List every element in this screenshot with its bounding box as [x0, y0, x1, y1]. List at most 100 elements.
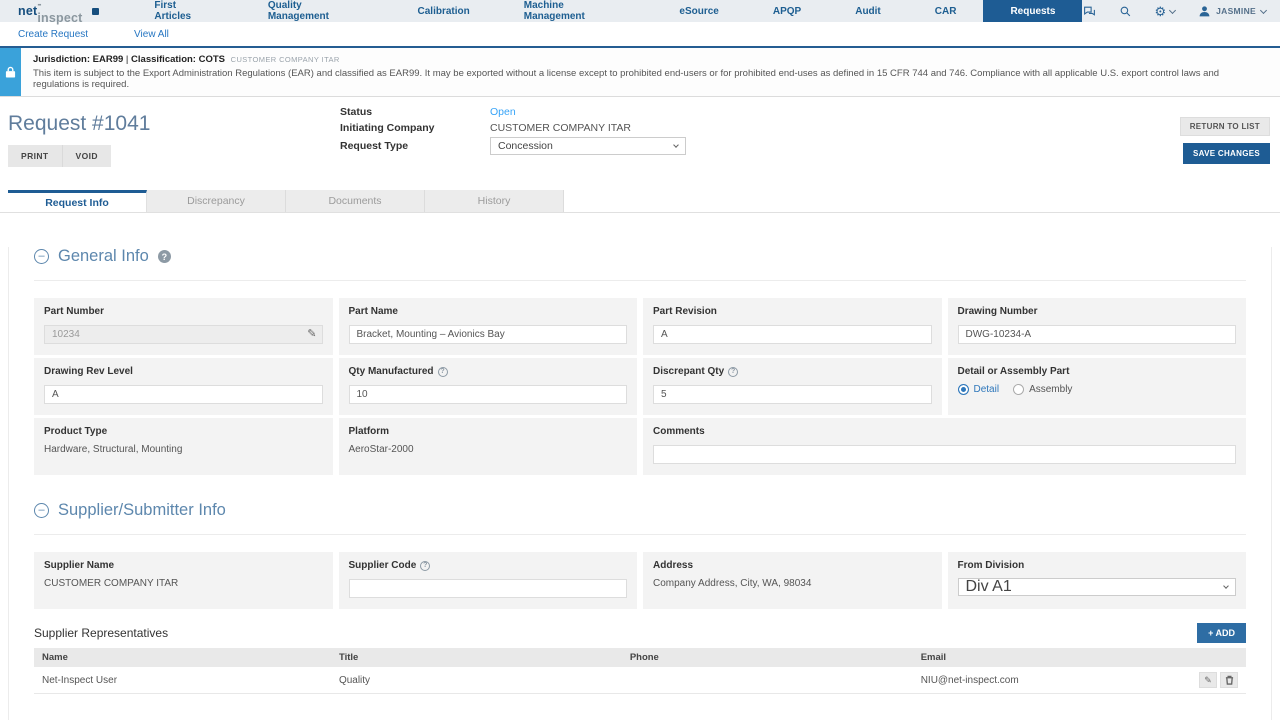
column-title: Title	[331, 648, 622, 667]
tab-history[interactable]: History	[425, 190, 564, 212]
part-revision-field: Part Revision	[643, 298, 942, 355]
logo-text-bold: net	[18, 4, 37, 18]
lock-strip	[0, 48, 21, 96]
detail-radio[interactable]: Detail	[958, 384, 1000, 395]
top-navbar: net-inspect First Articles Quality Manag…	[0, 0, 1280, 22]
rep-name: Net-Inspect User	[34, 667, 331, 694]
supplier-name-value: CUSTOMER COMPANY ITAR	[44, 578, 323, 589]
product-type-field: Product Type Hardware, Structural, Mount…	[34, 418, 333, 475]
comments-input[interactable]	[653, 445, 1236, 464]
add-representative-button[interactable]: + ADD	[1197, 623, 1246, 643]
edit-pencil-icon[interactable]: ✎	[307, 327, 316, 340]
nav-item-car[interactable]: CAR	[908, 0, 984, 22]
chevron-down-icon	[1169, 6, 1176, 13]
drawing-number-input[interactable]	[958, 325, 1237, 344]
tab-discrepancy[interactable]: Discrepancy	[147, 190, 286, 212]
tab-request-info[interactable]: Request Info	[8, 190, 147, 212]
nav-item-calibration[interactable]: Calibration	[391, 0, 497, 22]
part-revision-input[interactable]	[653, 325, 932, 344]
part-name-label: Part Name	[349, 306, 628, 317]
from-division-select[interactable]: Div A1	[958, 578, 1237, 596]
collapse-icon[interactable]: –	[34, 249, 49, 264]
void-button[interactable]: VOID	[62, 145, 111, 167]
discrepant-qty-field: Discrepant Qty ?	[643, 358, 942, 415]
chevron-down-icon	[1260, 6, 1267, 13]
supplier-code-label: Supplier Code	[349, 560, 417, 571]
discrepant-qty-input[interactable]	[653, 385, 932, 404]
part-number-field: Part Number ✎	[34, 298, 333, 355]
settings-menu[interactable]: ⚙	[1154, 5, 1175, 18]
request-meta: Status Open Initiating Company CUSTOMER …	[340, 105, 686, 157]
help-icon[interactable]: ?	[438, 367, 448, 377]
from-division-label: From Division	[958, 560, 1237, 571]
collapse-icon[interactable]: –	[34, 503, 49, 518]
search-icon[interactable]	[1118, 4, 1132, 18]
drawing-rev-level-field: Drawing Rev Level	[34, 358, 333, 415]
drawing-rev-level-label: Drawing Rev Level	[44, 366, 323, 377]
delete-row-button[interactable]	[1220, 672, 1238, 688]
main-menu: First Articles Quality Management Calibr…	[127, 0, 1082, 22]
user-menu[interactable]: JASMINE	[1197, 4, 1266, 18]
rep-phone	[622, 667, 913, 694]
print-void-group: PRINT VOID	[8, 145, 111, 167]
nav-item-apqp[interactable]: APQP	[746, 0, 828, 22]
nav-item-first-articles[interactable]: First Articles	[127, 0, 240, 22]
banner-line1: Jurisdiction: EAR99 | Classification: CO…	[33, 54, 1268, 65]
banner-separator: |	[126, 54, 128, 65]
logo-text-rest: -inspect	[37, 0, 86, 25]
return-to-list-button[interactable]: RETURN TO LIST	[1180, 117, 1270, 136]
create-request-link[interactable]: Create Request	[18, 29, 88, 40]
drawing-number-field: Drawing Number	[948, 298, 1247, 355]
general-info-section-header: – General Info ?	[34, 247, 1246, 266]
part-number-input[interactable]	[44, 325, 323, 344]
jurisdiction-value: EAR99	[93, 54, 124, 65]
nav-item-requests[interactable]: Requests	[983, 0, 1082, 22]
edit-row-button[interactable]: ✎	[1199, 672, 1217, 688]
help-icon[interactable]: ?	[728, 367, 738, 377]
net-inspect-logo[interactable]: net-inspect	[18, 0, 99, 22]
user-icon	[1197, 4, 1211, 18]
view-all-link[interactable]: View All	[134, 29, 169, 40]
print-button[interactable]: PRINT	[8, 145, 62, 167]
trash-icon	[1225, 675, 1234, 685]
product-type-value: Hardware, Structural, Mounting	[44, 444, 323, 455]
help-icon[interactable]: ?	[420, 561, 430, 571]
initiating-company-value: CUSTOMER COMPANY ITAR	[490, 122, 631, 134]
nav-item-audit[interactable]: Audit	[828, 0, 908, 22]
nav-item-quality-management[interactable]: Quality Management	[241, 0, 391, 22]
assembly-radio[interactable]: Assembly	[1013, 384, 1072, 395]
column-name: Name	[34, 648, 331, 667]
comments-label: Comments	[653, 426, 1236, 437]
nav-item-machine-management[interactable]: Machine Management	[497, 0, 653, 22]
supplier-code-field: Supplier Code ?	[339, 552, 638, 609]
supplier-address-label: Address	[653, 560, 932, 571]
tab-documents[interactable]: Documents	[286, 190, 425, 212]
help-icon[interactable]: ?	[158, 250, 171, 263]
platform-field: Platform AeroStar-2000	[339, 418, 638, 475]
section-divider	[34, 280, 1246, 281]
platform-label: Platform	[349, 426, 628, 437]
drawing-rev-level-input[interactable]	[44, 385, 323, 404]
general-info-form: Part Number ✎ Part Name Part Revision Dr…	[34, 298, 1246, 475]
nav-item-esource[interactable]: eSource	[652, 0, 745, 22]
status-value[interactable]: Open	[490, 106, 516, 118]
request-type-label: Request Type	[340, 140, 490, 152]
radio-dot-icon	[958, 384, 969, 395]
general-info-heading: General Info	[58, 247, 149, 266]
detail-or-assembly-label: Detail or Assembly Part	[958, 366, 1237, 377]
platform-value: AeroStar-2000	[349, 444, 628, 455]
chevron-down-icon	[1223, 583, 1229, 589]
part-name-input[interactable]	[349, 325, 628, 344]
radio-dot-icon	[1013, 384, 1024, 395]
supplier-code-input[interactable]	[349, 579, 628, 598]
table-row: Net-Inspect User Quality NIU@net-inspect…	[34, 667, 1246, 694]
messages-icon[interactable]	[1082, 4, 1096, 18]
save-changes-button[interactable]: SAVE CHANGES	[1183, 143, 1270, 164]
part-revision-label: Part Revision	[653, 306, 932, 317]
qty-manufactured-input[interactable]	[349, 385, 628, 404]
status-label: Status	[340, 106, 490, 118]
request-header: Request #1041 PRINT VOID Status Open Ini…	[0, 97, 1280, 177]
supplier-heading: Supplier/Submitter Info	[58, 501, 226, 520]
sub-navbar: Create Request View All	[0, 22, 1280, 46]
request-type-select[interactable]: Concession	[490, 137, 686, 155]
